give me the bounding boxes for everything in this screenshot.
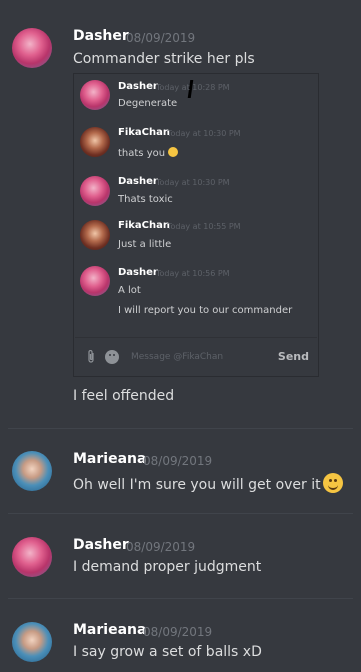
username: FikaChan xyxy=(118,220,170,231)
avatar xyxy=(80,266,110,296)
message-text-content: Oh well I'm sure you will get over it xyxy=(73,477,321,493)
username[interactable]: Dasher xyxy=(73,28,129,44)
message-group-2: Marieana 08/09/2019 Oh well I'm sure you… xyxy=(0,428,361,514)
message-input-placeholder[interactable]: Message @FikaChan xyxy=(131,352,223,362)
avatar xyxy=(80,176,110,206)
timestamp: 08/09/2019 xyxy=(126,540,196,554)
username: Dasher xyxy=(118,267,158,278)
avatar[interactable] xyxy=(12,537,52,577)
timestamp: Today at 10:30 PM xyxy=(156,178,230,187)
message-input-bar: Message @FikaChan Send xyxy=(75,337,317,376)
message-text: I say grow a set of balls xD xyxy=(73,644,262,660)
message-text: A lot xyxy=(118,285,141,296)
timestamp: Today at 10:56 PM xyxy=(156,269,230,278)
message-text: I feel offended xyxy=(73,388,175,404)
username[interactable]: Marieana xyxy=(73,622,146,638)
avatar[interactable] xyxy=(12,622,52,662)
username[interactable]: Marieana xyxy=(73,451,146,467)
message-text: I demand proper judgment xyxy=(73,559,262,575)
message-group-4: Marieana 08/09/2019 I say grow a set of … xyxy=(0,598,361,672)
timestamp: 08/09/2019 xyxy=(143,454,213,468)
slight-smile-emoji-icon xyxy=(322,473,343,493)
message-group-1: Dasher 08/09/2019 Commander strike her p… xyxy=(0,0,361,420)
message-text: Thats toxic xyxy=(118,194,173,205)
timestamp: 08/09/2019 xyxy=(126,31,196,45)
timestamp: Today at 10:30 PM xyxy=(167,129,241,138)
send-button[interactable]: Send xyxy=(278,350,309,363)
avatar xyxy=(80,80,110,110)
message-text-content: thats you xyxy=(118,148,166,159)
username: Dasher xyxy=(118,176,158,187)
paperclip-icon[interactable] xyxy=(85,350,97,364)
message-text: Oh well I'm sure you will get over it xyxy=(73,473,343,493)
embedded-screenshot[interactable]: Dasher Today at 10:28 PM Degenerate Fika… xyxy=(73,73,319,377)
message-text: Degenerate xyxy=(118,98,178,109)
timestamp: Today at 10:55 PM xyxy=(167,222,241,231)
username: FikaChan xyxy=(118,127,170,138)
message-text: thats you xyxy=(118,147,179,159)
message-text: I will report you to our commander xyxy=(118,305,293,316)
timestamp: Today at 10:28 PM xyxy=(156,83,230,92)
avatar[interactable] xyxy=(12,28,52,68)
timestamp: 08/09/2019 xyxy=(143,625,213,639)
username: Dasher xyxy=(118,81,158,92)
username[interactable]: Dasher xyxy=(73,537,129,553)
message-text: Just a little xyxy=(118,239,172,250)
avatar xyxy=(80,127,110,157)
grin-emoji-icon xyxy=(168,147,179,157)
emoji-picker-icon[interactable] xyxy=(105,350,119,364)
message-group-3: Dasher 08/09/2019 I demand proper judgme… xyxy=(0,513,361,599)
avatar[interactable] xyxy=(12,451,52,491)
message-text: Commander strike her pls xyxy=(73,51,255,67)
avatar xyxy=(80,220,110,250)
